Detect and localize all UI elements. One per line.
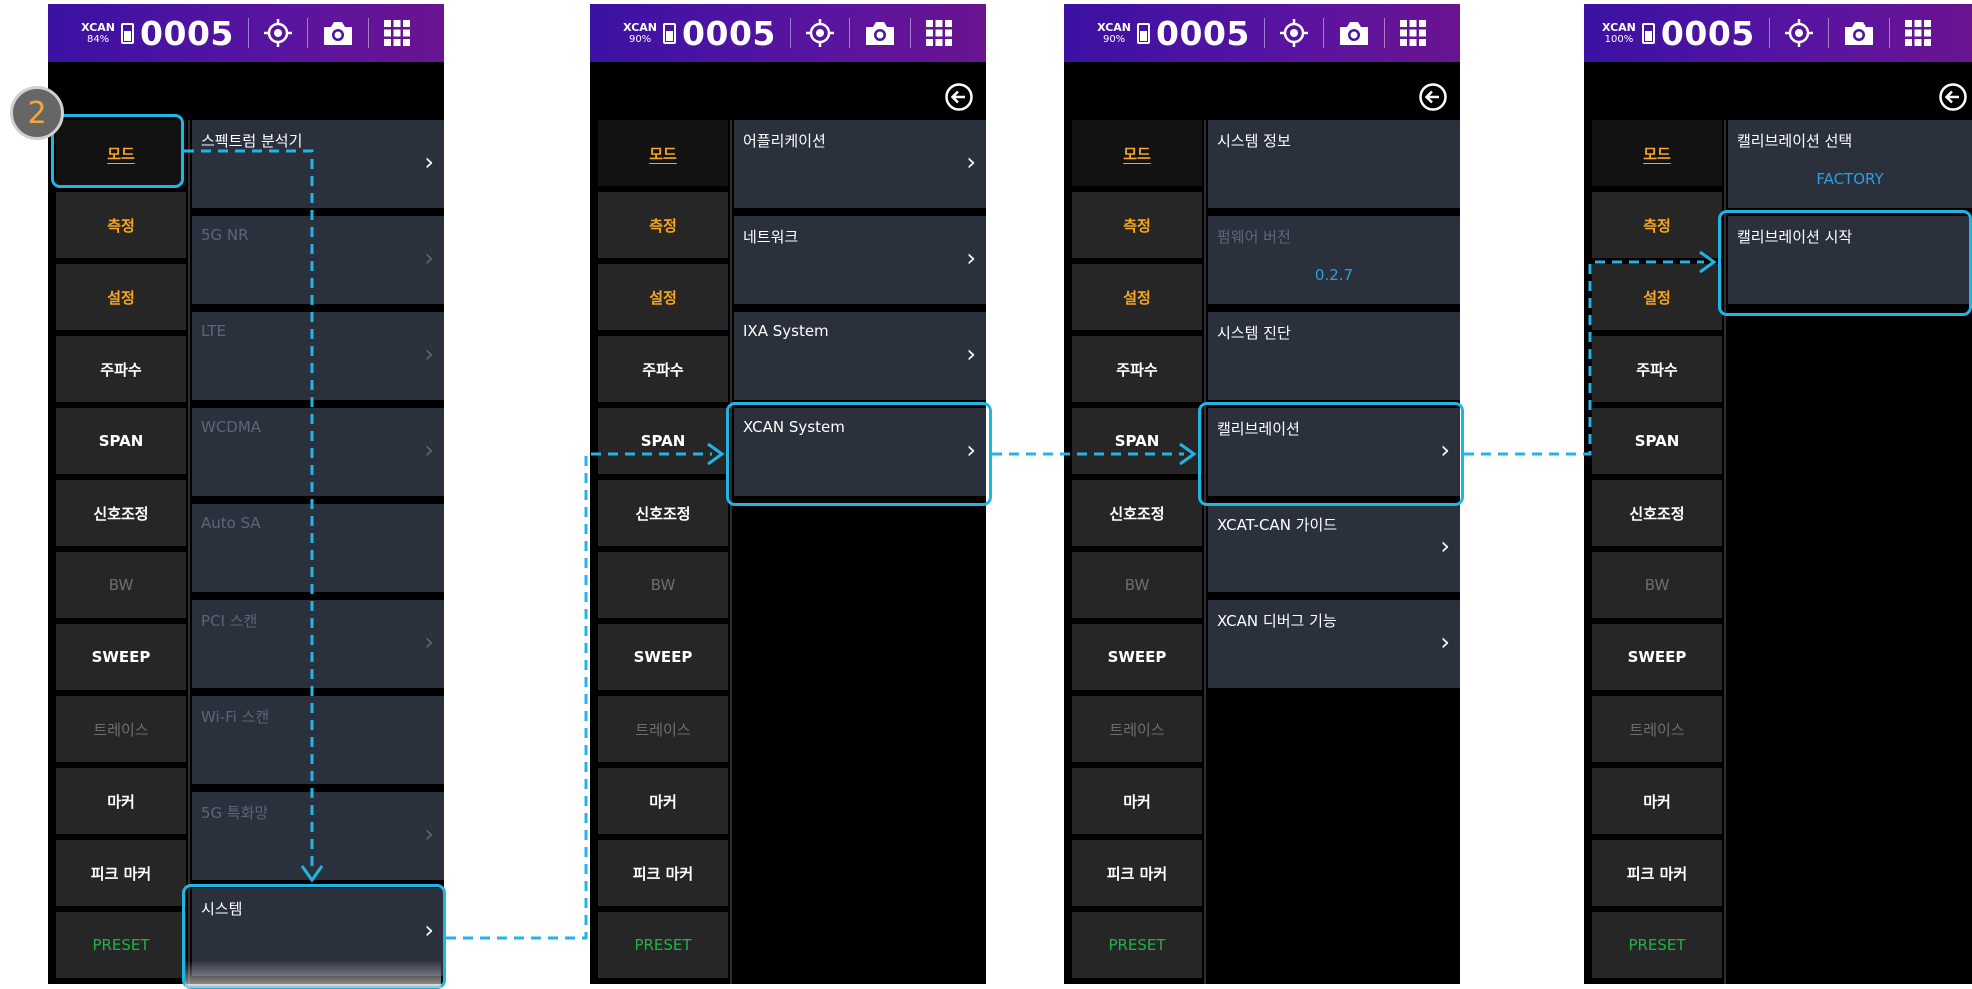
flow-arrows: [184, 149, 1717, 940]
arrow-mode-to-system: [184, 149, 314, 872]
arrowhead-down: [300, 865, 324, 883]
arrow-calibration-to-calibration-start: [1464, 260, 1704, 456]
arrow-system-to-xcan-system: [446, 452, 712, 940]
